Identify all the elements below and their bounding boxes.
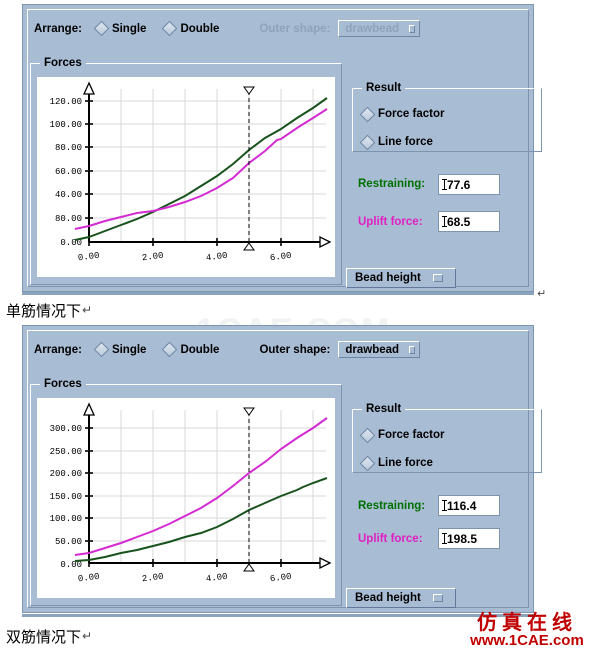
uplift-value: 198.5 bbox=[447, 531, 478, 546]
forces-plot-single[interactable]: 120.00 100.00 80.00 60.00 40.00 80.00 0.… bbox=[37, 77, 335, 277]
restraining-value: 116.4 bbox=[447, 498, 477, 513]
svg-text:300.00: 300.00 bbox=[50, 424, 82, 434]
forces-chart-single: 120.00 100.00 80.00 60.00 40.00 80.00 0.… bbox=[50, 81, 332, 264]
radio-double-label: Double bbox=[180, 343, 220, 356]
result-option-label: Line force bbox=[378, 457, 433, 469]
chevron-down-icon bbox=[433, 274, 443, 282]
uplift-label-single: Uplift force: bbox=[358, 216, 423, 228]
svg-text:100.00: 100.00 bbox=[50, 120, 82, 130]
svg-text:60.00: 60.00 bbox=[55, 167, 82, 177]
chevron-down-icon bbox=[433, 594, 443, 602]
restraining-input-double[interactable]: 116.4 bbox=[438, 495, 500, 516]
paragraph-mark-icon: ↵ bbox=[537, 287, 547, 300]
result-option-force-factor-double[interactable]: Force factor bbox=[359, 427, 445, 443]
radio-single-label: Single bbox=[111, 343, 147, 356]
bead-height-label: Bead height bbox=[355, 272, 421, 284]
chevron-down-icon bbox=[409, 345, 416, 354]
radio-single[interactable]: Single bbox=[93, 341, 147, 358]
outer-shape-label: Outer shape: bbox=[259, 343, 331, 356]
svg-text:100.00: 100.00 bbox=[50, 514, 82, 524]
result-option-label: Force factor bbox=[378, 108, 445, 120]
outer-shape-value: drawbead bbox=[345, 343, 400, 356]
svg-text:80.00: 80.00 bbox=[55, 214, 82, 224]
radio-diamond-icon bbox=[359, 106, 376, 122]
radio-double[interactable]: Double bbox=[162, 341, 220, 358]
restraining-value: 77.6 bbox=[447, 177, 471, 192]
caption-single: 单筋情况下 bbox=[6, 302, 82, 320]
radio-double[interactable]: Double bbox=[162, 20, 220, 37]
outer-shape-dropdown[interactable]: drawbead bbox=[338, 20, 421, 37]
arrange-label: Arrange: bbox=[34, 343, 82, 356]
text-caret bbox=[442, 533, 447, 544]
arrange-row-double: Arrange: Single Double Outer shape: draw… bbox=[34, 341, 421, 358]
result-group-title: Result bbox=[362, 403, 406, 415]
radio-double-label: Double bbox=[180, 22, 220, 35]
radio-diamond-icon bbox=[359, 134, 376, 150]
svg-text:50.00: 50.00 bbox=[55, 537, 82, 547]
svg-text:2.00: 2.00 bbox=[141, 251, 164, 264]
radio-single[interactable]: Single bbox=[93, 20, 147, 37]
uplift-value: 68.5 bbox=[447, 214, 471, 229]
forces-plot-double[interactable]: 300.00 250.00 200.00 150.00 100.00 50.00… bbox=[37, 398, 335, 598]
panel-double-bottom-rule bbox=[22, 614, 534, 617]
svg-text:6.00: 6.00 bbox=[269, 251, 292, 264]
radio-single-label: Single bbox=[111, 22, 147, 35]
result-group-title: Result bbox=[362, 82, 406, 94]
svg-text:150.00: 150.00 bbox=[50, 492, 82, 502]
forces-group-title: Forces bbox=[40, 378, 86, 390]
uplift-input-single[interactable]: 68.5 bbox=[438, 211, 500, 232]
svg-text:4.00: 4.00 bbox=[205, 572, 228, 585]
svg-text:2.00: 2.00 bbox=[141, 572, 164, 585]
watermark-red: 仿真在线 www.1CAE.com bbox=[460, 612, 594, 649]
svg-text:120.00: 120.00 bbox=[50, 97, 82, 107]
svg-text:6.00: 6.00 bbox=[269, 572, 292, 585]
text-caret bbox=[442, 216, 447, 227]
caption-double: 双筋情况下 bbox=[6, 628, 82, 646]
forces-group-title: Forces bbox=[40, 57, 86, 69]
restraining-label-single: Restraining: bbox=[358, 178, 426, 190]
svg-text:200.00: 200.00 bbox=[50, 469, 82, 479]
text-caret bbox=[442, 500, 447, 511]
result-option-line-force-single[interactable]: Line force bbox=[359, 134, 433, 150]
watermark-red-line2: www.1CAE.com bbox=[470, 632, 584, 649]
panel-single-bottom-rule bbox=[22, 292, 534, 295]
bead-height-label: Bead height bbox=[355, 592, 421, 604]
radio-diamond-icon bbox=[359, 455, 376, 471]
chevron-down-icon bbox=[409, 24, 416, 33]
restraining-label-double: Restraining: bbox=[358, 500, 426, 512]
restraining-input-single[interactable]: 77.6 bbox=[438, 174, 500, 195]
svg-text:250.00: 250.00 bbox=[50, 447, 82, 457]
result-option-label: Force factor bbox=[378, 429, 445, 441]
arrange-row-single: Arrange: Single Double Outer shape: draw… bbox=[34, 20, 421, 37]
result-option-force-factor-single[interactable]: Force factor bbox=[359, 106, 445, 122]
paragraph-mark-icon: ↵ bbox=[82, 303, 93, 317]
radio-diamond-icon bbox=[359, 427, 376, 443]
radio-diamond-icon bbox=[93, 341, 110, 358]
paragraph-mark-icon: ↵ bbox=[82, 629, 93, 643]
forces-chart-double: 300.00 250.00 200.00 150.00 100.00 50.00… bbox=[50, 402, 332, 585]
uplift-label-double: Uplift force: bbox=[358, 533, 423, 545]
bead-height-dropdown-double[interactable]: Bead height bbox=[346, 588, 456, 608]
radio-diamond-icon bbox=[162, 20, 178, 37]
bead-height-dropdown-single[interactable]: Bead height bbox=[346, 268, 456, 288]
outer-shape-dropdown[interactable]: drawbead bbox=[338, 341, 421, 358]
svg-text:0.00: 0.00 bbox=[77, 572, 100, 585]
svg-text:0.00: 0.00 bbox=[77, 251, 100, 264]
arrange-label: Arrange: bbox=[34, 22, 82, 35]
result-option-line-force-double[interactable]: Line force bbox=[359, 455, 433, 471]
text-caret bbox=[442, 179, 447, 190]
outer-shape-label: Outer shape: bbox=[259, 22, 331, 35]
radio-diamond-icon bbox=[162, 341, 178, 358]
outer-shape-value: drawbead bbox=[345, 22, 400, 35]
result-option-label: Line force bbox=[378, 136, 433, 148]
uplift-input-double[interactable]: 198.5 bbox=[438, 528, 500, 549]
svg-text:40.00: 40.00 bbox=[55, 190, 82, 200]
svg-text:80.00: 80.00 bbox=[55, 143, 82, 153]
svg-text:4.00: 4.00 bbox=[205, 251, 228, 264]
radio-diamond-icon bbox=[93, 20, 110, 37]
